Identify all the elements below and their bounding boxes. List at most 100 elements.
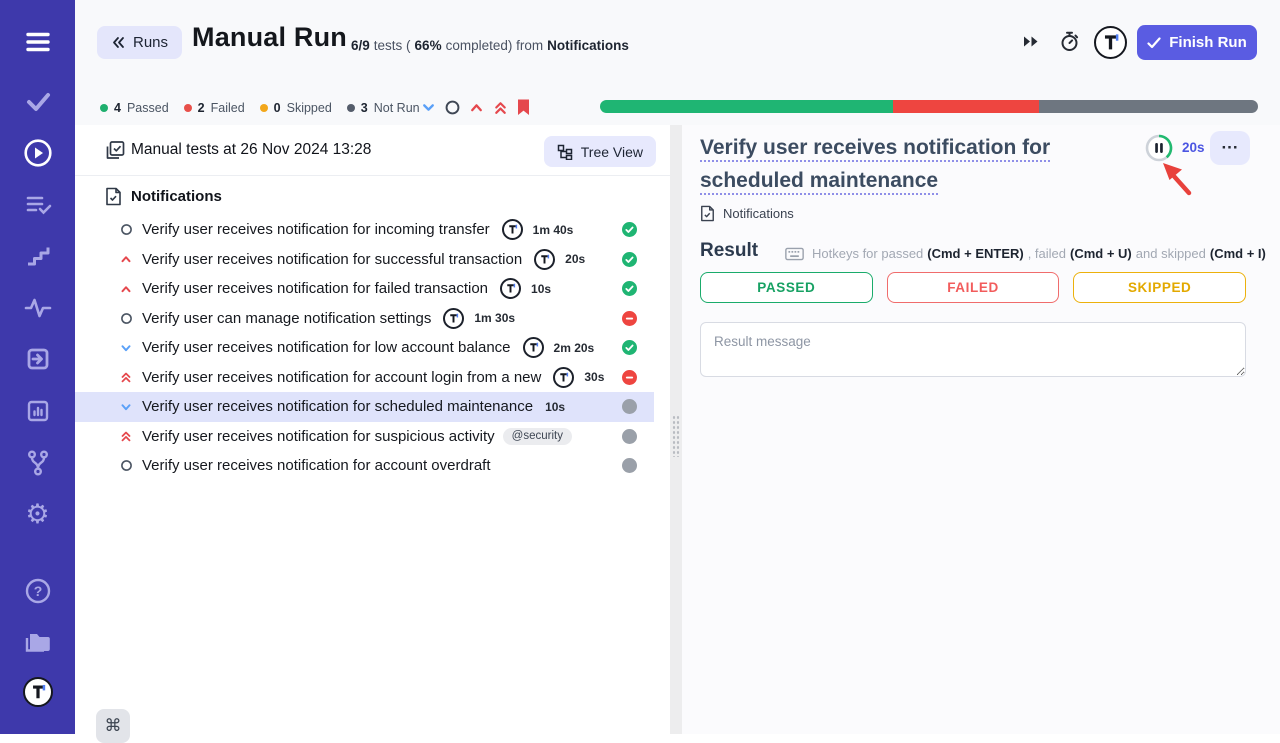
branches-icon[interactable] <box>0 448 75 478</box>
brand-logo-icon[interactable] <box>1094 26 1127 59</box>
test-tag: @security <box>503 428 572 445</box>
run-progress-bar <box>600 100 1258 113</box>
priority-low-icon <box>118 340 134 356</box>
status-failed-badge <box>622 311 637 326</box>
keyboard-icon <box>785 247 804 261</box>
test-row[interactable]: Verify user receives notification for su… <box>75 245 654 275</box>
test-row[interactable]: Verify user receives notification for ac… <box>75 363 654 393</box>
priority-normal-icon <box>118 458 134 474</box>
passed-button[interactable]: PASSED <box>700 272 873 303</box>
result-buttons: PASSED FAILED SKIPPED <box>700 272 1246 303</box>
menu-icon[interactable] <box>0 27 75 57</box>
skipped-dot-icon <box>260 104 268 112</box>
priority-normal-icon <box>118 310 134 326</box>
reports-chart-icon[interactable] <box>0 396 75 426</box>
import-icon[interactable] <box>0 344 75 374</box>
status-notrun-badge <box>622 429 637 444</box>
priority-high-icon <box>118 281 134 297</box>
back-to-runs-label: Runs <box>133 34 168 51</box>
progress-passed-segment <box>600 100 893 113</box>
skipped-button[interactable]: SKIPPED <box>1073 272 1246 303</box>
bookmark-icon[interactable] <box>516 98 531 116</box>
finish-run-label: Finish Run <box>1169 34 1247 51</box>
status-passed-badge <box>622 222 637 237</box>
projects-folder-icon[interactable] <box>0 627 75 657</box>
test-row[interactable]: Verify user receives notification for su… <box>75 422 654 452</box>
hotkeys-hint: Hotkeys for passed(Cmd + ENTER), failed(… <box>785 246 1266 261</box>
test-row-selected[interactable]: Verify user receives notification for sc… <box>75 392 654 422</box>
test-detail-panel: Verify user receives notification for sc… <box>682 125 1280 734</box>
document-check-icon <box>105 187 122 206</box>
back-to-runs-button[interactable]: Runs <box>97 26 182 59</box>
status-passed-badge <box>622 252 637 267</box>
pause-timer-button[interactable] <box>1144 133 1174 163</box>
detail-breadcrumb-label: Notifications <box>723 206 794 221</box>
document-check-icon <box>700 205 715 222</box>
test-logo-icon <box>534 249 555 270</box>
priority-highest-icon <box>118 428 134 444</box>
status-counters: 4Passed 2Failed 0Skipped 3Not Run <box>100 100 420 115</box>
test-row[interactable]: Verify user receives notification for ac… <box>75 451 654 481</box>
test-row[interactable]: Verify user receives notification for in… <box>75 215 654 245</box>
analytics-pulse-icon[interactable] <box>0 292 75 322</box>
sidebar: ⚙ ? <box>0 0 75 734</box>
steps-icon[interactable] <box>0 241 75 271</box>
run-progress-summary: 6/9 tests ( 66% completed) from Notifica… <box>351 38 629 53</box>
help-icon[interactable]: ? <box>0 576 75 606</box>
finish-run-button[interactable]: Finish Run <box>1137 25 1257 60</box>
page-title: Manual Run <box>192 22 347 53</box>
more-options-button[interactable]: ··· <box>1210 131 1250 165</box>
test-row[interactable]: Verify user can manage notification sett… <box>75 304 654 334</box>
tree-view-button[interactable]: Tree View <box>544 136 656 167</box>
settings-gear-icon[interactable]: ⚙ <box>0 499 75 529</box>
priority-low-icon <box>118 399 134 415</box>
passed-counter: 4Passed <box>100 101 169 115</box>
panel-resizer[interactable] <box>670 125 682 734</box>
resizer-grip-icon <box>672 415 680 457</box>
tree-view-icon <box>557 144 573 160</box>
test-plans-icon[interactable] <box>0 190 75 220</box>
status-notrun-badge <box>622 458 637 473</box>
run-title: Manual tests at 26 Nov 2024 13:28 <box>131 141 371 159</box>
priority-normal-icon <box>118 222 134 238</box>
test-detail-title: Verify user receives notification for sc… <box>700 131 1092 197</box>
result-heading: Result <box>700 240 758 262</box>
fast-forward-icon[interactable] <box>1022 34 1040 52</box>
svg-text:?: ? <box>33 583 42 599</box>
priority-high-filter-icon[interactable] <box>468 99 485 116</box>
chevrons-left-icon <box>111 36 125 49</box>
run-header: Manual tests at 26 Nov 2024 13:28 Tree V… <box>75 125 670 176</box>
test-logo-icon <box>553 367 574 388</box>
stopwatch-icon[interactable] <box>1059 30 1081 56</box>
progress-failed-segment <box>893 100 1039 113</box>
suite-folder-label: Notifications <box>131 188 222 205</box>
failed-button[interactable]: FAILED <box>887 272 1060 303</box>
test-list-panel: Manual tests at 26 Nov 2024 13:28 Tree V… <box>75 125 670 734</box>
test-logo-icon <box>502 219 523 240</box>
test-logo-icon <box>523 337 544 358</box>
detail-breadcrumb[interactable]: Notifications <box>700 205 794 222</box>
test-rows: Verify user receives notification for in… <box>75 215 654 481</box>
timer-value: 20s <box>1182 140 1205 155</box>
notrun-filter-icon[interactable] <box>444 99 461 116</box>
checklist-icon <box>104 139 126 166</box>
result-message-input[interactable] <box>700 322 1246 377</box>
chevron-down-icon[interactable] <box>420 99 437 116</box>
failed-dot-icon <box>184 104 192 112</box>
passed-dot-icon <box>100 104 108 112</box>
tests-check-icon[interactable] <box>0 86 75 116</box>
filter-toolbar <box>420 98 531 116</box>
check-icon <box>1147 37 1161 49</box>
test-row[interactable]: Verify user receives notification for fa… <box>75 274 654 304</box>
priority-highest-filter-icon[interactable] <box>492 99 509 116</box>
app-logo-icon[interactable] <box>0 677 75 707</box>
progress-notrun-segment <box>1039 100 1258 113</box>
test-logo-icon <box>500 278 521 299</box>
run-play-icon[interactable] <box>0 138 75 168</box>
status-passed-badge <box>622 281 637 296</box>
tree-view-label: Tree View <box>581 144 643 160</box>
notrun-dot-icon <box>347 104 355 112</box>
command-key-badge[interactable]: ⌘ <box>96 709 130 743</box>
suite-folder[interactable]: Notifications <box>105 187 222 206</box>
test-row[interactable]: Verify user receives notification for lo… <box>75 333 654 363</box>
